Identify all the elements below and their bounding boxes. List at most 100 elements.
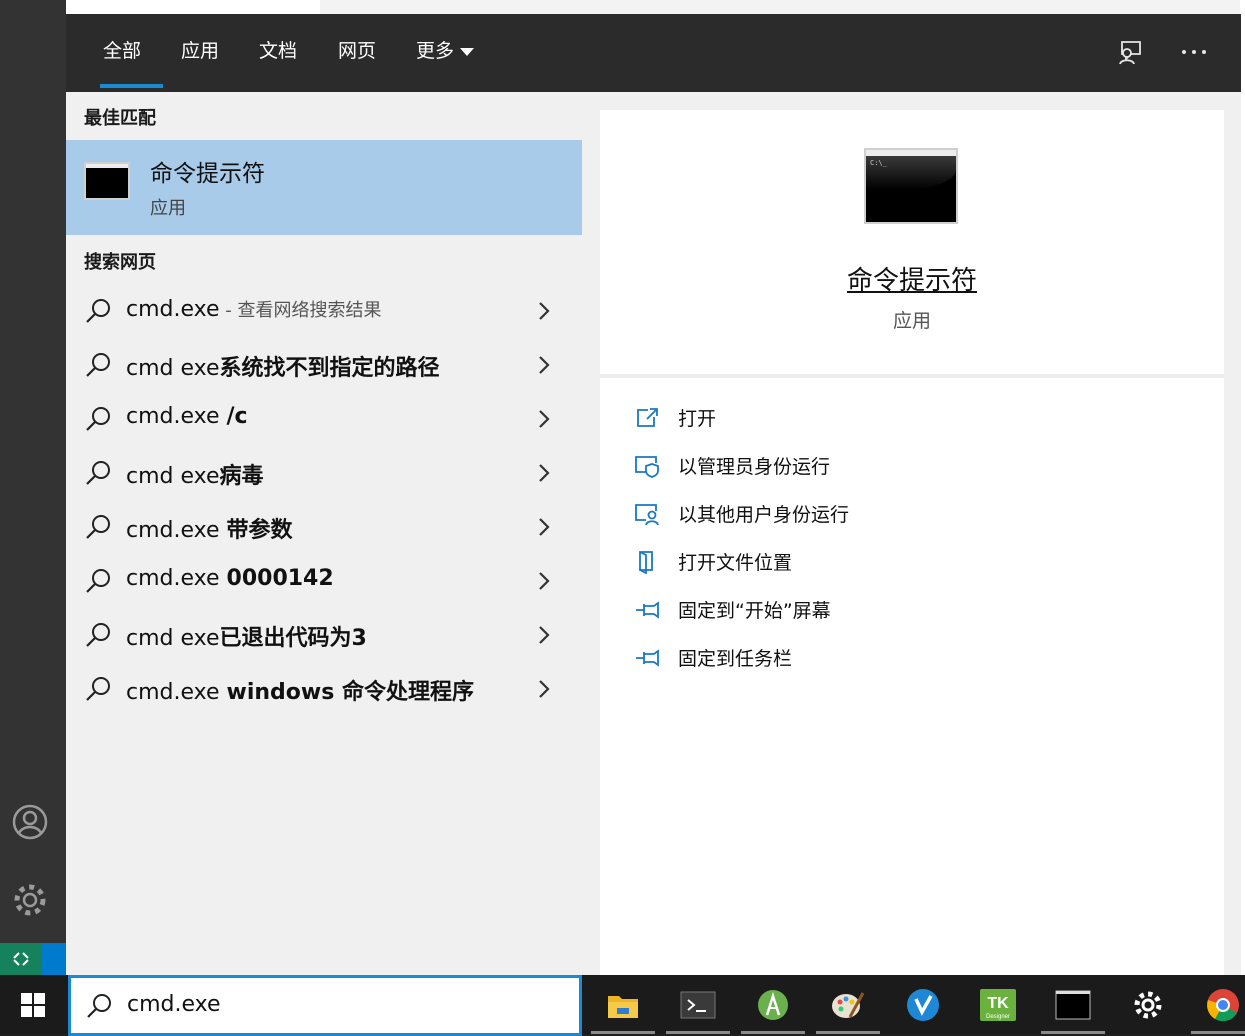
command-prompt-icon [84,162,130,200]
best-match-subtitle: 应用 [150,198,186,219]
query-suggestion: /c [226,404,248,429]
chrome-icon[interactable] [1187,975,1245,1034]
web-search-text: cmd.exe /c [126,404,248,429]
background-window-gray [320,0,1240,14]
web-search-text: cmd exe已退出代码为3 [126,620,367,652]
search-query-text: cmd.exe [127,992,221,1017]
web-search-row[interactable]: cmd.exe 带参数 [66,500,582,554]
query-prefix: cmd.exe [126,297,220,322]
chevron-right-icon [539,464,550,482]
web-search-row[interactable]: cmd exe病毒 [66,446,582,500]
search-icon [86,353,110,377]
search-icon [86,299,110,323]
search-panel: 全部 应用 文档 网页 更多 最佳匹配 命令提示符 应用 搜索网页 cmd.ex… [66,14,1241,975]
windows-start-icon[interactable] [0,975,66,1034]
query-suggestion: windows 命令处理程序 [226,680,474,705]
web-search-text: cmd exe系统找不到指定的路径 [126,350,440,382]
query-prefix: cmd exe [126,464,220,489]
tk-logo-subtext: Designer [986,1014,1010,1020]
action-label: 固定到“开始”屏幕 [678,600,831,622]
taskbar-search-box[interactable]: cmd.exe [68,975,582,1036]
tk-logo-text: TK [987,995,1009,1012]
query-hint: - 查看网络搜索结果 [219,300,382,321]
best-match-item[interactable]: 命令提示符 应用 [66,140,582,235]
run-as-other-user-icon [635,504,659,526]
remote-status-icon[interactable] [0,943,42,975]
query-suggestion: 病毒 [219,464,264,489]
vlc-v-icon[interactable] [887,975,959,1034]
best-match-title: 命令提示符 [150,161,265,187]
query-suggestion: 0000142 [226,566,334,591]
query-prefix: cmd exe [126,356,220,381]
search-icon [86,515,110,539]
best-match-heading: 最佳匹配 [84,108,156,129]
open-icon [637,408,658,427]
search-icon [87,994,111,1018]
branch-status[interactable] [42,943,66,975]
cmd-icon[interactable] [1037,975,1109,1034]
gear-icon[interactable] [10,880,50,920]
pin-icon [636,601,659,619]
chevron-right-icon [539,626,550,644]
command-prompt-large-icon: C:\_ [864,148,958,224]
action-label: 打开 [678,408,717,430]
paint-icon[interactable] [812,975,884,1034]
action-label: 固定到任务栏 [678,648,793,670]
search-header: 全部 应用 文档 网页 更多 [66,14,1241,92]
action-label: 以其他用户身份运行 [678,504,850,526]
web-search-text: cmd.exe windows 命令处理程序 [126,674,474,706]
feedback-icon[interactable] [1114,36,1146,68]
action-label: 以管理员身份运行 [678,456,831,478]
preview-pane: C:\_ 命令提示符 应用 打开 以管理员身份运行 以其他用户身份运行 打开文件… [600,110,1224,975]
web-search-row[interactable]: cmd.exe - 查看网络搜索结果 [66,284,582,338]
open-file-location-icon [639,551,653,574]
tk-designer-icon[interactable]: TK Designer [962,975,1034,1034]
preview-subtitle: 应用 [892,310,931,332]
results-list: 最佳匹配 命令提示符 应用 搜索网页 cmd.exe - 查看网络搜索结果 cm… [66,92,582,975]
search-icon [86,623,110,647]
chevron-right-icon [539,518,550,536]
web-search-row[interactable]: cmd.exe windows 命令处理程序 [66,662,582,716]
tab-apps[interactable]: 应用 [181,36,219,66]
run-as-admin-icon [635,456,659,478]
tab-web[interactable]: 网页 [338,36,376,66]
editor-activity-bar [0,0,66,975]
query-prefix: cmd.exe [126,566,227,591]
terminal-icon[interactable] [662,975,734,1034]
pin-icon [636,649,659,667]
query-suggestion: 系统找不到指定的路径 [219,356,440,381]
thumb-prompt-text: C:\_ [870,159,887,167]
chevron-right-icon [539,410,550,428]
tab-more[interactable]: 更多 [416,36,475,66]
search-icon [86,461,110,485]
web-search-text: cmd.exe 0000142 [126,566,334,591]
more-options-icon[interactable] [1178,36,1210,68]
web-search-row[interactable]: cmd.exe /c [66,392,582,446]
preview-title[interactable]: 命令提示符 [600,260,1224,297]
background-window-edge [66,0,1241,14]
search-icon [86,569,110,593]
tab-documents[interactable]: 文档 [259,36,297,66]
settings-icon[interactable] [1112,975,1184,1034]
chevron-right-icon [539,680,550,698]
web-search-text: cmd.exe 带参数 [126,512,293,544]
preview-divider [600,374,1224,378]
search-icon [86,677,110,701]
web-search-text: cmd.exe - 查看网络搜索结果 [126,296,381,322]
account-icon[interactable] [10,802,50,842]
web-search-row[interactable]: cmd exe系统找不到指定的路径 [66,338,582,392]
web-search-row[interactable]: cmd.exe 0000142 [66,554,582,608]
search-icon [86,407,110,431]
tab-all[interactable]: 全部 [100,36,163,88]
web-search-row[interactable]: cmd exe已退出代码为3 [66,608,582,662]
action-label: 打开文件位置 [678,552,793,574]
chevron-right-icon [539,302,550,320]
chevron-down-icon [460,47,475,56]
query-suggestion: 带参数 [226,518,293,543]
chevron-right-icon [539,572,550,590]
web-search-text: cmd exe病毒 [126,458,264,490]
android-studio-icon[interactable] [737,975,809,1034]
file-explorer-icon[interactable] [587,975,659,1034]
taskbar: cmd.exe TK Designer [0,975,1245,1036]
query-suggestion: 已退出代码为3 [219,626,367,651]
